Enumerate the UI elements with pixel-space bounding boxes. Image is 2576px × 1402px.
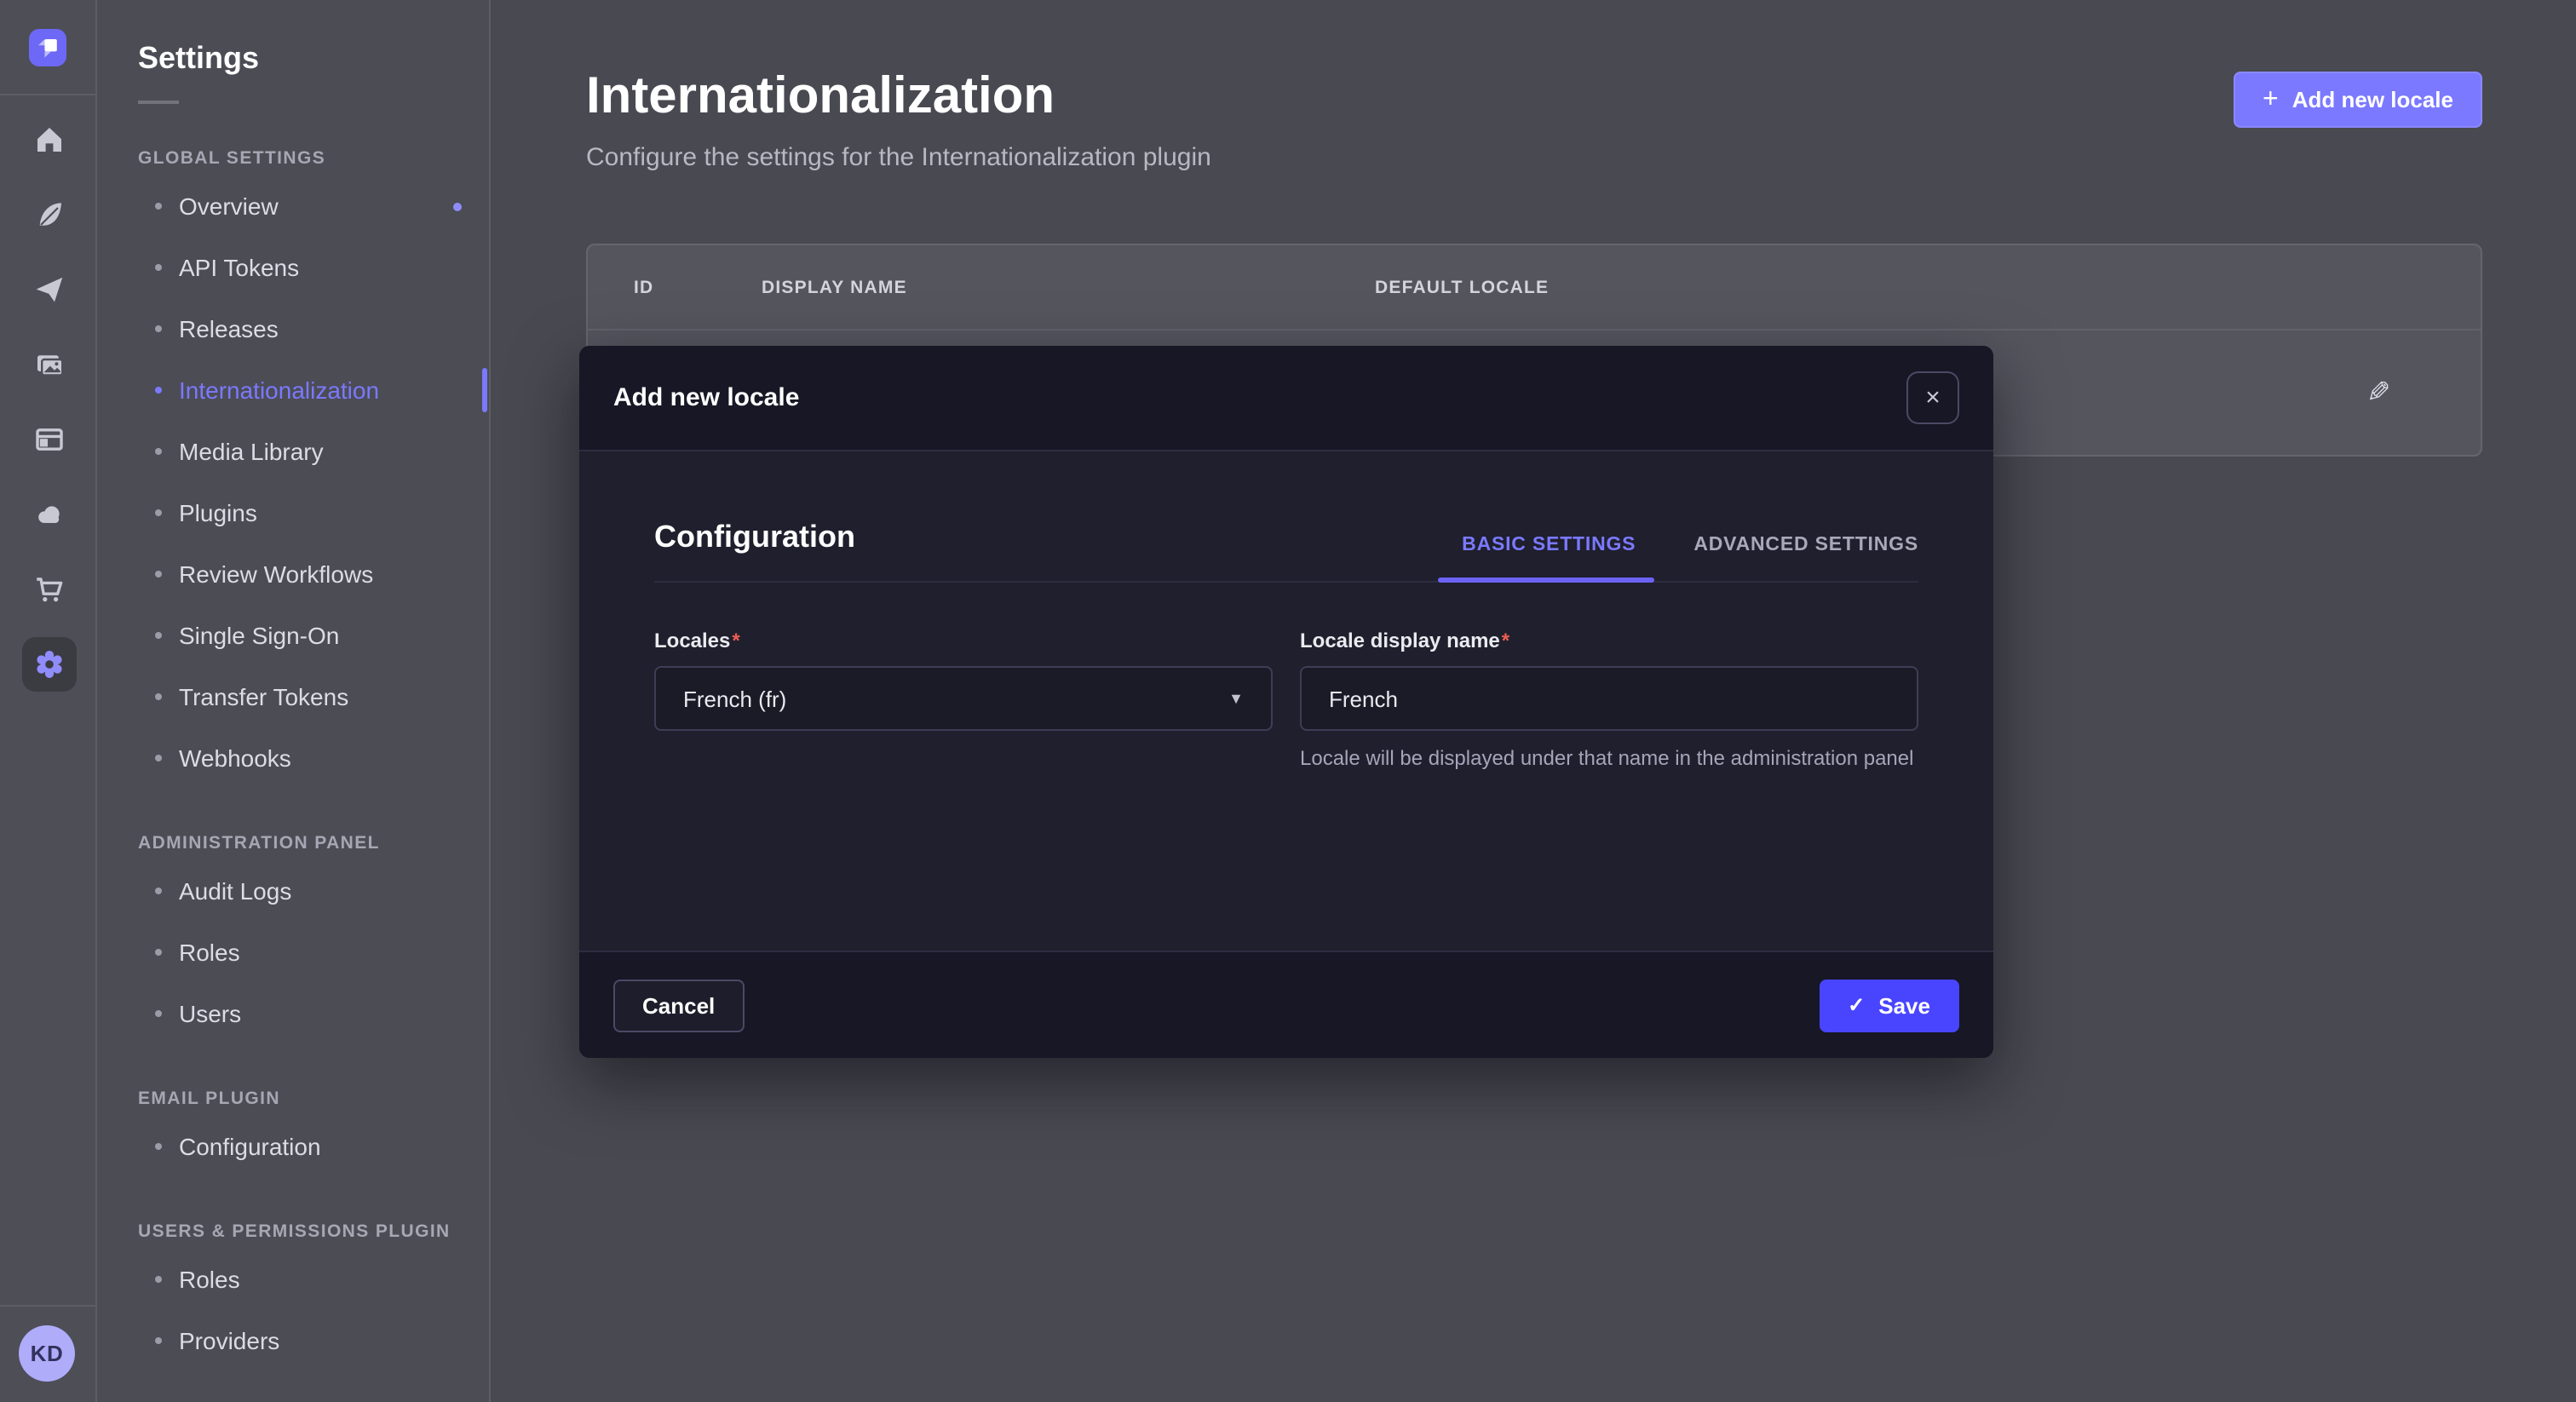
display-name-hint: Locale will be displayed under that name… (1300, 744, 1918, 774)
app-window: KD Settings GLOBAL SETTINGS Overview API… (0, 0, 2576, 1402)
sidebar-item-review-workflows[interactable]: Review Workflows (97, 543, 489, 605)
sidebar-item-audit-logs[interactable]: Audit Logs (97, 860, 489, 922)
configuration-section-header: Configuration BASIC SETTINGS ADVANCED SE… (654, 520, 1918, 583)
bullet-icon (155, 203, 162, 210)
bullet-icon (155, 387, 162, 394)
section-users-permissions-plugin: USERS & PERMISSIONS PLUGIN (97, 1221, 489, 1242)
tab-advanced-settings[interactable]: ADVANCED SETTINGS (1693, 535, 1918, 555)
configuration-title: Configuration (654, 520, 855, 555)
sidebar-item-releases[interactable]: Releases (97, 298, 489, 359)
subnav-title: Settings (97, 41, 489, 77)
sidebar-item-admin-users[interactable]: Users (97, 983, 489, 1044)
media-library-icon[interactable] (0, 327, 97, 402)
cloud-icon[interactable] (0, 477, 97, 552)
bullet-icon (155, 755, 162, 761)
home-icon[interactable] (0, 102, 97, 177)
column-header-default-locale: DEFAULT LOCALE (1375, 277, 1549, 297)
tab-basic-settings[interactable]: BASIC SETTINGS (1462, 535, 1636, 555)
required-asterisk: * (732, 629, 739, 652)
pencil-icon: ✎ (2366, 378, 2391, 407)
settings-nav-active[interactable] (0, 627, 97, 702)
icon-sidebar: KD (0, 0, 97, 1402)
bullet-icon (155, 1010, 162, 1017)
sidebar-item-email-configuration[interactable]: Configuration (97, 1116, 489, 1177)
logo-section (0, 0, 95, 95)
paper-plane-icon[interactable] (0, 252, 97, 327)
active-indicator (482, 368, 487, 412)
strapi-logo[interactable] (29, 28, 66, 66)
chevron-down-icon: ▼ (1228, 690, 1244, 707)
bullet-icon (155, 949, 162, 956)
bullet-icon (155, 693, 162, 700)
locales-select[interactable]: French (fr) ▼ (654, 666, 1273, 731)
sidebar-item-plugins[interactable]: Plugins (97, 482, 489, 543)
bullet-icon (155, 1143, 162, 1150)
sidebar-item-up-roles[interactable]: Roles (97, 1249, 489, 1310)
modal-header: Add new locale × (579, 346, 1993, 451)
icon-nav (0, 102, 97, 702)
save-button-label: Save (1878, 992, 1930, 1018)
section-email-plugin: EMAIL PLUGIN (97, 1089, 489, 1109)
locale-form: Locales* French (fr) ▼ Locale display na… (654, 625, 1918, 774)
sidebar-item-up-providers[interactable]: Providers (97, 1310, 489, 1371)
bullet-icon (155, 448, 162, 455)
display-name-input[interactable] (1300, 666, 1918, 731)
edit-locale-button[interactable]: ✎ (2358, 372, 2399, 413)
gear-icon (21, 637, 76, 692)
table-header-row: ID DISPLAY NAME DEFAULT LOCALE (588, 245, 2481, 330)
bullet-icon (155, 571, 162, 577)
sidebar-item-webhooks[interactable]: Webhooks (97, 727, 489, 789)
add-new-locale-button[interactable]: + Add new locale (2234, 72, 2482, 128)
bullet-icon (155, 325, 162, 332)
save-button[interactable]: ✓ Save (1819, 979, 1959, 1031)
required-asterisk: * (1502, 629, 1509, 652)
page-title: Internationalization (586, 68, 1055, 126)
display-name-field-group: Locale display name* Locale will be disp… (1300, 625, 1918, 774)
modal-body: Configuration BASIC SETTINGS ADVANCED SE… (579, 451, 1993, 774)
plus-icon: + (2263, 86, 2279, 113)
sidebar-item-internationalization[interactable]: Internationalization (97, 359, 489, 421)
bullet-icon (155, 264, 162, 271)
settings-subnav: Settings GLOBAL SETTINGS Overview API To… (97, 0, 491, 1402)
locales-field-group: Locales* French (fr) ▼ (654, 625, 1273, 774)
close-icon: × (1925, 385, 1941, 411)
sidebar-item-overview[interactable]: Overview (97, 175, 489, 237)
sidebar-item-transfer-tokens[interactable]: Transfer Tokens (97, 666, 489, 727)
sidebar-item-media-library[interactable]: Media Library (97, 421, 489, 482)
bullet-icon (155, 1337, 162, 1344)
locales-label: Locales* (654, 629, 740, 652)
locales-select-value: French (fr) (683, 686, 786, 711)
user-avatar[interactable]: KD (19, 1325, 75, 1382)
cart-icon[interactable] (0, 552, 97, 627)
sidebar-divider (0, 1305, 95, 1307)
layout-icon[interactable] (0, 402, 97, 477)
modal-footer: Cancel ✓ Save (579, 951, 1993, 1058)
column-header-id: ID (634, 277, 762, 297)
notification-dot (453, 202, 462, 210)
feather-icon[interactable] (0, 177, 97, 252)
section-global-settings: GLOBAL SETTINGS (97, 148, 489, 169)
bullet-icon (155, 888, 162, 894)
bullet-icon (155, 632, 162, 639)
sidebar-item-single-sign-on[interactable]: Single Sign-On (97, 605, 489, 666)
display-name-label: Locale display name* (1300, 629, 1509, 652)
add-locale-modal: Add new locale × Configuration BASIC SET… (579, 346, 1993, 1058)
page-subtitle: Configure the settings for the Internati… (586, 143, 1211, 172)
add-new-locale-label: Add new locale (2292, 87, 2453, 112)
check-icon: ✓ (1848, 993, 1865, 1017)
bullet-icon (155, 1276, 162, 1283)
modal-title: Add new locale (613, 383, 799, 412)
section-administration-panel: ADMINISTRATION PANEL (97, 833, 489, 853)
close-button[interactable]: × (1906, 371, 1959, 424)
column-header-display-name: DISPLAY NAME (762, 277, 1375, 297)
bullet-icon (155, 509, 162, 516)
sidebar-item-api-tokens[interactable]: API Tokens (97, 237, 489, 298)
settings-tabs: BASIC SETTINGS ADVANCED SETTINGS (1462, 535, 1918, 555)
strapi-logo-glyph (29, 28, 66, 66)
cancel-button[interactable]: Cancel (613, 979, 744, 1031)
title-divider (138, 101, 179, 104)
sidebar-item-admin-roles[interactable]: Roles (97, 922, 489, 983)
